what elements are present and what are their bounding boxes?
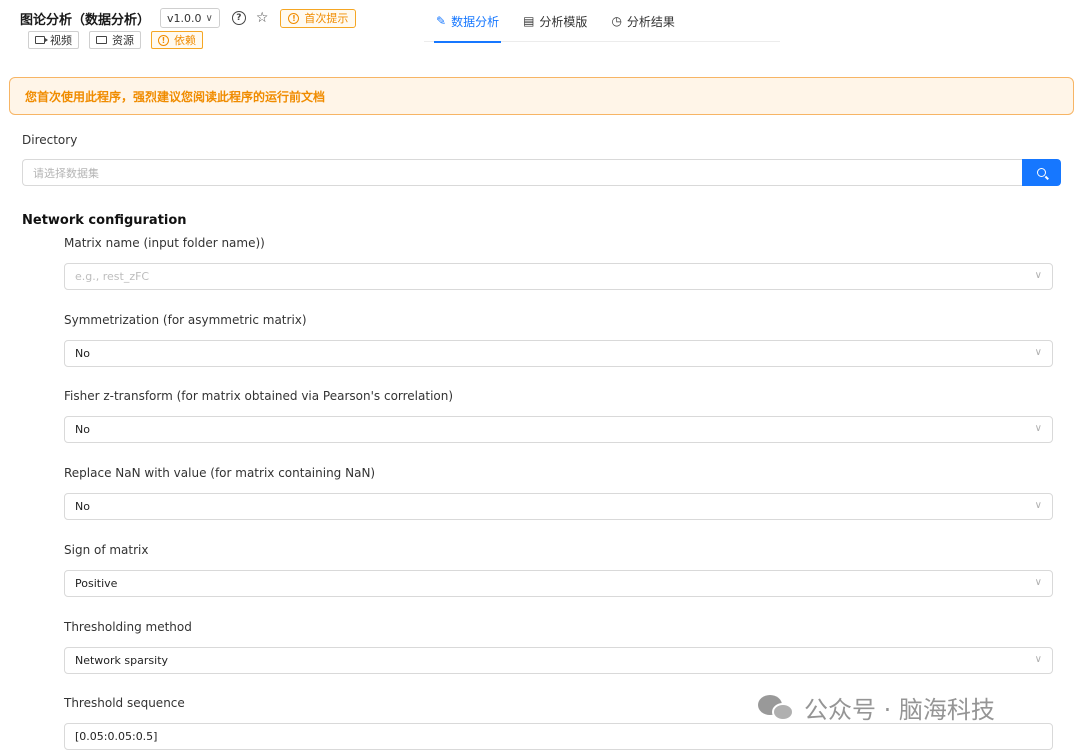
threshold-sequence-input[interactable]: [0.05:0.05:0.5] — [64, 723, 1053, 750]
field-label-fisher-z: Fisher z-transform (for matrix obtained … — [64, 389, 454, 403]
resources-button[interactable]: 资源 — [89, 31, 141, 49]
sign-of-matrix-select[interactable]: Positive ∨ — [64, 570, 1053, 597]
directory-label: Directory — [22, 133, 78, 147]
field-label-symmetrization: Symmetrization (for asymmetric matrix) — [64, 313, 307, 327]
field-label-matrix-name: Matrix name (input folder name)) — [64, 236, 265, 250]
chevron-down-icon: ∨ — [1034, 270, 1042, 281]
chevron-down-icon: ∨ — [1034, 654, 1042, 665]
app-header: 图论分析（数据分析） v1.0.0 ∨ ? ☆ ! 首次提示 视频 资源 ! 依… — [0, 0, 1080, 56]
main-nav: ✎ 数据分析 ▤ 分析模版 ◷ 分析结果 — [424, 0, 780, 43]
history-icon: ◷ — [611, 14, 622, 28]
select-value: No — [75, 500, 90, 513]
resource-buttons: 视频 资源 ! 依赖 — [28, 31, 203, 49]
thresholding-method-select[interactable]: Network sparsity ∨ — [64, 647, 1053, 674]
matrix-name-select[interactable]: e.g., rest_zFC ∨ — [64, 263, 1053, 290]
info-icon: ! — [158, 34, 169, 46]
dependencies-button[interactable]: ! 依赖 — [151, 31, 203, 49]
video-label: 视频 — [50, 34, 72, 47]
document-icon: ▤ — [523, 14, 535, 28]
video-icon — [35, 36, 48, 44]
info-icon: ! — [288, 12, 300, 24]
select-value: e.g., rest_zFC — [75, 270, 150, 283]
section-title: Network configuration — [22, 213, 187, 228]
watermark-text: 公众号 · 脑海科技 — [804, 696, 995, 724]
title-row: 图论分析（数据分析） v1.0.0 ∨ ? ☆ ! 首次提示 — [20, 8, 357, 28]
app-title: 图论分析（数据分析） — [20, 12, 151, 28]
directory-input[interactable]: 请选择数据集 — [22, 159, 1022, 186]
directory-search-button[interactable] — [1022, 159, 1061, 186]
tab-label: 分析结果 — [626, 14, 675, 29]
symmetrization-select[interactable]: No ∨ — [64, 340, 1053, 367]
edit-icon: ✎ — [436, 14, 447, 28]
dependencies-label: 依赖 — [174, 34, 196, 47]
first-tip-button[interactable]: ! 首次提示 — [280, 8, 357, 28]
tab-data-analysis[interactable]: ✎ 数据分析 — [424, 0, 511, 43]
resources-label: 资源 — [112, 34, 134, 47]
select-value: Positive — [75, 577, 118, 590]
tab-analysis-results[interactable]: ◷ 分析结果 — [599, 0, 687, 42]
wechat-icon — [758, 693, 796, 723]
replace-nan-select[interactable]: No ∨ — [64, 493, 1053, 520]
watermark: 公众号 · 脑海科技 — [758, 690, 995, 725]
chevron-down-icon: ∨ — [205, 12, 213, 24]
chevron-down-icon: ∨ — [1034, 423, 1042, 434]
field-label-threshold-sequence: Threshold sequence — [64, 696, 185, 710]
version-value: v1.0.0 — [167, 11, 202, 25]
first-use-alert: 您首次使用此程序，强烈建议您阅读此程序的运行前文档 — [9, 77, 1074, 115]
chevron-down-icon: ∨ — [1034, 500, 1042, 511]
tab-label: 数据分析 — [451, 14, 500, 29]
folder-icon — [96, 36, 107, 44]
tab-label: 分析模版 — [539, 14, 588, 29]
select-value: No — [75, 423, 90, 436]
select-value: No — [75, 347, 90, 360]
help-icon[interactable]: ? — [231, 11, 246, 25]
video-button[interactable]: 视频 — [28, 31, 79, 49]
chevron-down-icon: ∨ — [1034, 347, 1042, 358]
first-tip-label: 首次提示 — [304, 12, 349, 25]
search-icon — [1037, 168, 1046, 177]
chevron-down-icon: ∨ — [1034, 577, 1042, 588]
field-label-sign-of-matrix: Sign of matrix — [64, 543, 149, 557]
field-label-replace-nan: Replace NaN with value (for matrix conta… — [64, 466, 376, 480]
tab-analysis-template[interactable]: ▤ 分析模版 — [511, 0, 599, 42]
field-label-thresholding-method: Thresholding method — [64, 620, 192, 634]
star-icon[interactable]: ☆ — [256, 11, 269, 25]
select-value: Network sparsity — [75, 654, 169, 667]
version-select[interactable]: v1.0.0 ∨ — [160, 8, 220, 28]
fisher-z-select[interactable]: No ∨ — [64, 416, 1053, 443]
